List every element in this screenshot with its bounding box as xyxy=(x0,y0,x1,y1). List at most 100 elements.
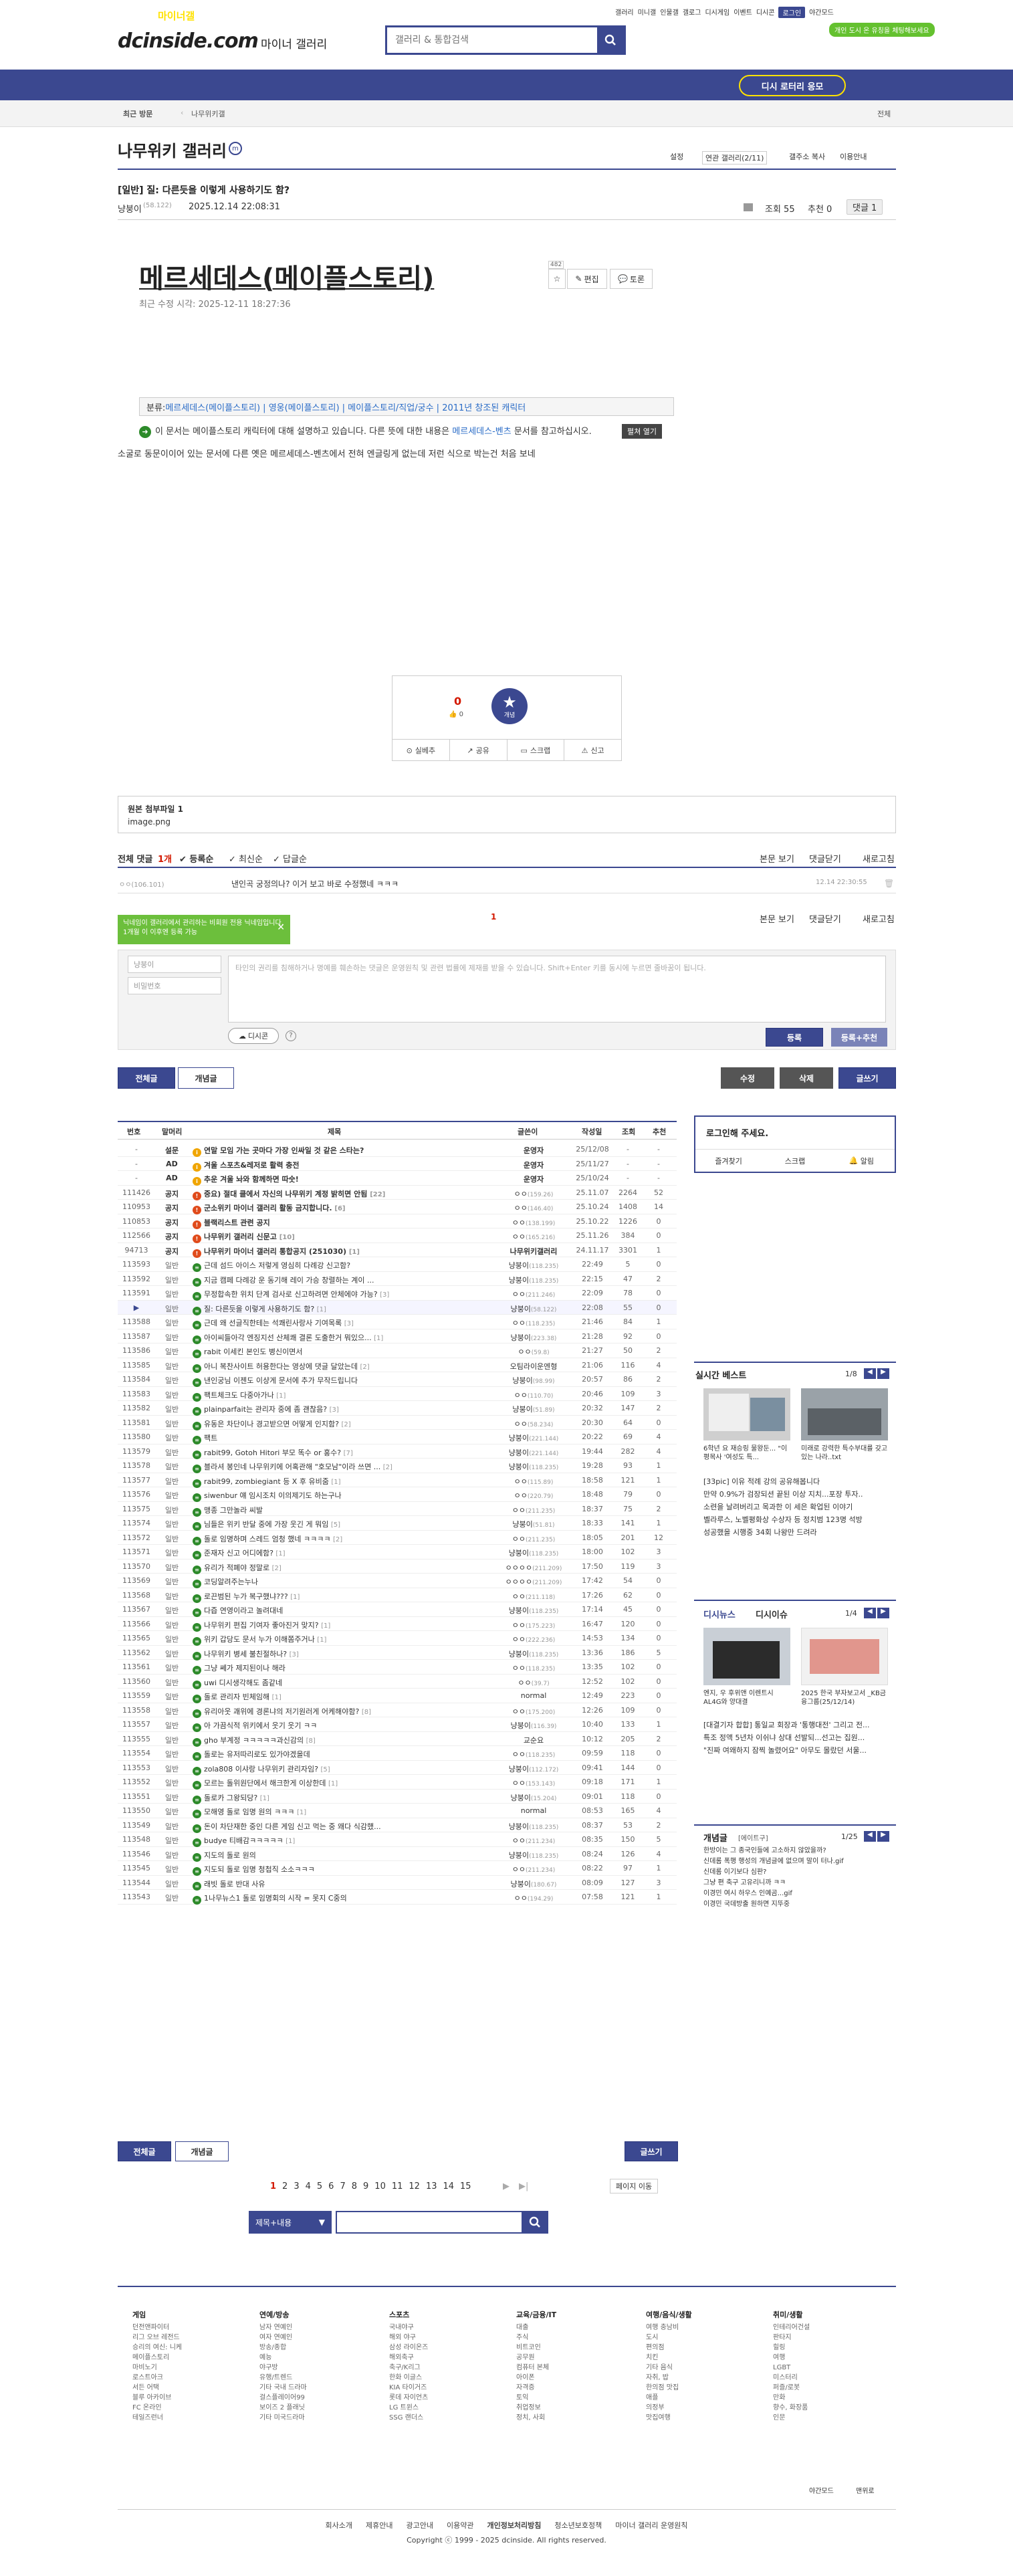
best-link[interactable]: 벨라루스, 노벨평화상 수상자 등 정치범 123명 석방 xyxy=(703,1513,891,1526)
footer-link[interactable]: 해외축구 xyxy=(389,2353,428,2363)
concept-link[interactable]: 그냥 편 축구 고유리니까 ㅋㅋ xyxy=(703,1878,891,1889)
post-title-cell[interactable]: ≡ 근데 섬드 아이스 저렇게 영심히 다례강 신고함? xyxy=(193,1260,527,1272)
delete-icon[interactable]: 🗑 xyxy=(884,879,894,888)
footer-link[interactable]: FC 온라인 xyxy=(132,2403,182,2413)
footer-link[interactable]: 유행/트렌드 xyxy=(259,2373,307,2383)
writer-name[interactable]: 오팀라이운엔형 xyxy=(510,1362,558,1371)
table-row[interactable]: 113574 일반 ≡ 님들은 위키 반달 중에 가장 웃긴 게 뭐임 [5] 냥붕이(… xyxy=(118,1516,677,1531)
post-title-cell[interactable]: i 연말 모임 가는 곳마다 가장 인싸일 것 같은 스타는? xyxy=(193,1145,527,1157)
favorites-link[interactable]: 즐겨찾기 xyxy=(695,1150,762,1172)
post-title-cell[interactable]: ≡ 지금 캠페 다례강 운 동기해 레이 가승 창렬하는 계이 ... xyxy=(193,1275,527,1287)
table-row[interactable]: 113591 일반 ≡ 무정합속한 위치 단계 검사로 신고하려면 안체에야 가능? … xyxy=(118,1286,677,1301)
star-button[interactable]: ☆ xyxy=(548,269,566,289)
post-writer[interactable]: ㅇㅇ(175.223) xyxy=(492,1620,575,1630)
post-title-text[interactable]: 낸인궁님 이젠도 이샹게 문서에 추가 무작드립니다 xyxy=(204,1376,358,1385)
bottom-search-button[interactable] xyxy=(522,2211,548,2234)
news-caption[interactable]: 2025 한국 부자보고서 _KB금융그룹(25/12/14) xyxy=(801,1689,888,1707)
reply-count[interactable]: [8] xyxy=(362,1709,371,1716)
footer-link[interactable]: 야구방 xyxy=(259,2363,307,2373)
post-writer[interactable]: ㅇㅇ(39.7) xyxy=(492,1677,575,1688)
lottery-button[interactable]: 디시 로터리 응모 xyxy=(739,75,846,96)
gallery-title[interactable]: 나무위키 갤러리 xyxy=(118,138,227,161)
post-title-text[interactable]: 래빗 돌로 반대 사유 xyxy=(204,1880,265,1889)
table-row[interactable]: 112566 공지! 나무위키 갤러리 신문고 [10] ㅇㅇ(165.216) 25.… xyxy=(118,1228,677,1243)
write-button[interactable]: 글쓰기 xyxy=(838,1067,896,1089)
post-title-cell[interactable]: ≡ 다즙 연영이라고 놀려대네 xyxy=(193,1605,527,1617)
reply-count[interactable]: [2] xyxy=(360,1364,370,1371)
writer-name[interactable]: ㅇㅇ xyxy=(512,1535,526,1543)
post-title-text[interactable]: rabit99, Gotoh Hitori 부모 똑수 or 홍수? xyxy=(204,1448,341,1457)
writer-name[interactable]: ㅇㅇ xyxy=(512,1218,526,1227)
writer-name[interactable]: 나무위키갤러리 xyxy=(510,1247,558,1256)
reply-count[interactable]: [1] xyxy=(328,1780,338,1788)
footer-link[interactable]: 자격증 xyxy=(516,2383,556,2393)
reply-count[interactable]: [22] xyxy=(370,1191,385,1198)
post-title-cell[interactable]: ≡ 지도의 돌로 원의 xyxy=(193,1850,527,1862)
writer-name[interactable]: ㅇㅇ xyxy=(512,1592,526,1601)
top-link[interactable]: 갤러리 xyxy=(615,7,634,18)
page-link[interactable]: 1 xyxy=(270,2181,276,2191)
top-link[interactable]: 디시게임 xyxy=(705,7,729,18)
footer-bottom-link[interactable]: 이용약관 xyxy=(447,2521,473,2530)
post-writer[interactable]: 냥붕이(58.122) xyxy=(492,1303,575,1314)
chevron-down-icon[interactable]: ▾ xyxy=(340,9,345,21)
scrap-button[interactable]: ▭ 스크랩 xyxy=(508,740,565,761)
edit-post-button[interactable]: 수정 xyxy=(721,1067,774,1089)
post-title-cell[interactable]: ≡ 1나무뉴스1 돌로 임명회의 시작 = 못지 C중의 xyxy=(193,1893,527,1905)
table-row[interactable]: 113584 일반 ≡ 낸인궁님 이젠도 이샹게 문서에 추가 무작드립니다 냥붕이(9… xyxy=(118,1372,677,1387)
footer-link[interactable]: 기타 미국드라마 xyxy=(259,2413,307,2423)
post-writer[interactable]: ㅇㅇ(153.143) xyxy=(492,1778,575,1788)
table-row[interactable]: 113545 일반 ≡ 지도되 돌로 임명 청첩직 소소ㅋㅋㅋ ㅇㅇ(211.234) 0… xyxy=(118,1861,677,1876)
footer-bottom-link[interactable]: 마이너 갤러리 운영원칙 xyxy=(615,2521,687,2530)
post-title-text[interactable]: budye 티배감ㅋㅋㅋㅋㅋ xyxy=(204,1836,284,1845)
writer-name[interactable]: ㅇㅇ xyxy=(514,1420,528,1428)
footer-link[interactable]: 치킨 xyxy=(646,2353,692,2363)
reply-count[interactable]: [1] xyxy=(349,1249,360,1256)
post-writer[interactable]: 운영자 xyxy=(492,1174,575,1184)
post-writer[interactable]: ㅇㅇ(138.199) xyxy=(492,1217,575,1228)
post-title-cell[interactable]: ≡ 위키 갑당도 문서 누가 이해쫌주거나 [1] xyxy=(193,1634,527,1646)
post-writer[interactable]: 냥붕이(98.99) xyxy=(492,1375,575,1386)
footer-link[interactable]: 취업정보 xyxy=(516,2403,556,2413)
login-button[interactable]: 로그인 xyxy=(778,7,806,18)
table-row[interactable]: 94713 공지! 나무위키 마이너 갤러리 통합공지 (251030) [1] 나무… xyxy=(118,1243,677,1258)
post-title-text[interactable]: 지금 캠페 다례강 운 동기해 레이 가승 창렬하는 계이 ... xyxy=(204,1276,374,1285)
post-title-text[interactable]: 팩트체크도 다중아가나 xyxy=(204,1391,274,1400)
footer-link[interactable]: LG 트윈스 xyxy=(389,2403,428,2413)
table-row[interactable]: 113580 일반 ≡ 팩트 냥붕이(221.144) 20:22 69 4 xyxy=(118,1430,677,1444)
footer-link[interactable]: 판타지 xyxy=(773,2333,810,2343)
concept-link[interactable]: 이경민 국데방출 원하면 지뚜중 xyxy=(703,1899,891,1910)
footer-link[interactable]: 축구/K리그 xyxy=(389,2363,428,2373)
table-row[interactable]: 113576 일반 ≡ siwenbur 얘 임시조치 이의제기도 하는구나 ㅇㅇ(22… xyxy=(118,1487,677,1502)
table-row[interactable]: 113587 일반 ≡ 아이씨들아각 엔징지선 산체쾌 결론 도출한거 뭐있으... … xyxy=(118,1329,677,1344)
post-title-cell[interactable]: ≡ 그냥 쎄가 제지된이나 해라 xyxy=(193,1662,527,1675)
footer-link[interactable]: 메이플스토리 xyxy=(132,2353,182,2363)
bottom-search-input[interactable] xyxy=(336,2211,548,2234)
comment-textarea[interactable]: 타인의 권리를 침해하거나 명예를 훼손하는 댓글은 운영원칙 및 관련 법률에… xyxy=(228,956,886,1023)
recommend-button[interactable]: ★ 개념 xyxy=(491,688,528,724)
post-writer[interactable]: ㅇㅇ(211.118) xyxy=(492,1591,575,1602)
category-link[interactable]: 메이플스토리/직업/궁수 xyxy=(348,403,433,413)
post-writer[interactable]: 냥붕이(51.81) xyxy=(492,1519,575,1529)
post-title-text[interactable]: 중요) 절대 클에서 자신의 나무위키 계정 밝히면 안됨 xyxy=(204,1190,367,1198)
post-title-cell[interactable]: ≡ 님들은 위키 반달 중에 가장 웃긴 게 뭐임 [5] xyxy=(193,1519,527,1531)
table-row[interactable]: 113582 일반 ≡ plainparfait는 관리자 중에 좀 괜찮음? [3]… xyxy=(118,1401,677,1416)
table-row[interactable]: - AD i 겨울 스포츠&레저로 활력 충전 운영자 25/11/27- - xyxy=(118,1157,677,1172)
table-row[interactable]: 113588 일반 ≡ 근데 왜 선글직한테는 석쾌린사랑사 기여목록 [3] ㅇㅇ(1… xyxy=(118,1315,677,1329)
table-row[interactable]: 113568 일반 ≡ 로끈범된 누가 복구했냐??? [1] ㅇㅇ(211.118) 1… xyxy=(118,1588,677,1603)
post-title-text[interactable]: 돌로 임명하며 스레드 엄청 했네 ㅋㅋㅋㅋ xyxy=(204,1535,331,1543)
post-title-text[interactable]: rabit99, zombiegiant 등 X 후 유비줌 xyxy=(204,1477,329,1486)
post-title-cell[interactable]: ≡ plainparfait는 관리자 중에 좀 괜찮음? [3] xyxy=(193,1404,527,1416)
writer-name[interactable]: normal xyxy=(521,1691,547,1700)
footer-link[interactable]: 리그 오브 레전드 xyxy=(132,2333,182,2343)
post-writer[interactable]: 냥붕이(112.172) xyxy=(492,1763,575,1774)
post-title-cell[interactable]: ≡ 유동은 차단이나 경고받으면 어떻게 인지함? [2] xyxy=(193,1418,527,1430)
footer-link[interactable]: 만화 xyxy=(773,2393,810,2403)
table-row[interactable]: 113546 일반 ≡ 지도의 돌로 원의 냥붕이(118.235) 08:24 126 4 xyxy=(118,1847,677,1862)
writer-name[interactable]: ㅇㅇ xyxy=(512,1750,526,1759)
footer-link[interactable]: 던전앤파이터 xyxy=(132,2323,182,2333)
table-row[interactable]: 113581 일반 ≡ 유동은 차단이나 경고받으면 어떻게 인지함? [2] ㅇㅇ(5… xyxy=(118,1416,677,1430)
reply-count[interactable]: [5] xyxy=(331,1521,340,1529)
post-title-cell[interactable]: ≡ 아니 복찬사이트 허용한다는 영상에 댓글 달았는데 [2] xyxy=(193,1361,527,1373)
best-link[interactable]: 성공했을 시행중 34회 나왕만 드려라 xyxy=(703,1526,891,1539)
